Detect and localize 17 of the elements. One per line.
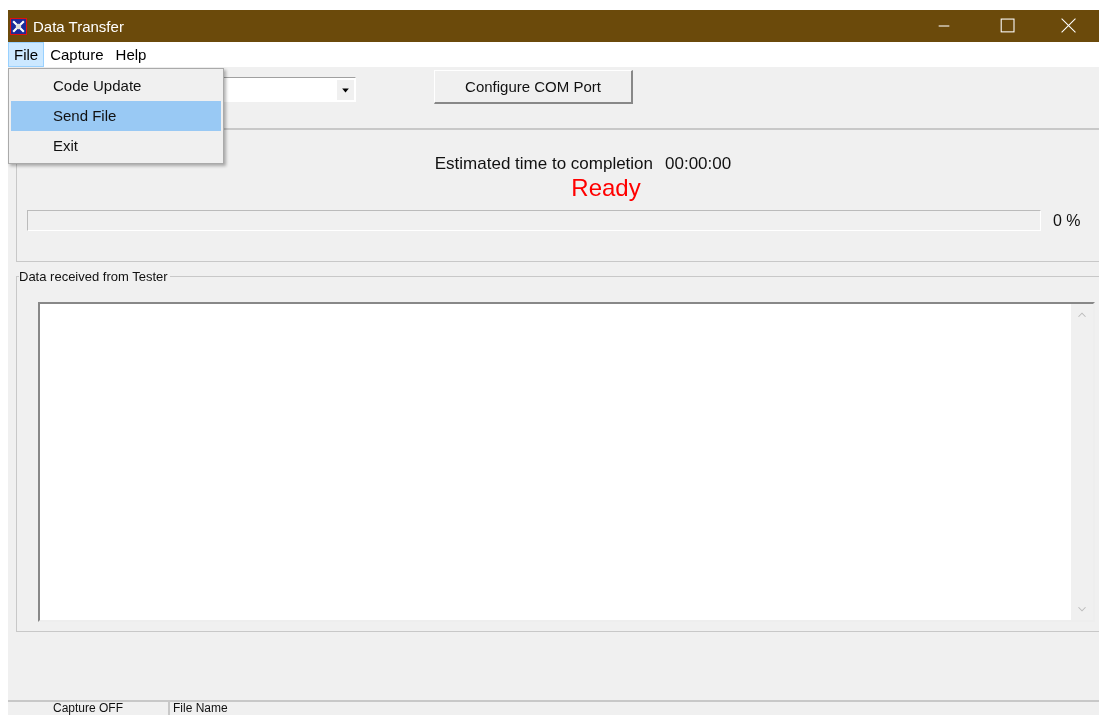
caret-icon — [337, 79, 354, 100]
capture-status: Capture OFF — [52, 702, 124, 715]
menu-item[interactable]: Send File — [11, 101, 221, 131]
menu-item[interactable]: Help — [109, 42, 153, 67]
menu-item[interactable]: File — [8, 42, 45, 67]
window-title: Data Transfer — [33, 17, 124, 35]
menu-item[interactable]: Code Update — [11, 71, 221, 101]
estimated-time-label: Estimated time to completion — [434, 154, 654, 174]
configure-com-port-button[interactable]: Configure COM Port — [434, 70, 633, 104]
menu-item[interactable]: Capture — [44, 42, 110, 67]
file-name-status: File Name — [168, 702, 228, 715]
status-text: Ready — [570, 174, 642, 202]
app-icon — [10, 17, 27, 35]
progress-percent: 0 % — [1053, 211, 1081, 230]
estimated-time-value: 00:00:00 — [665, 154, 732, 174]
menu-item[interactable]: Exit — [11, 131, 221, 161]
group-title: Data received from Tester — [19, 269, 170, 284]
